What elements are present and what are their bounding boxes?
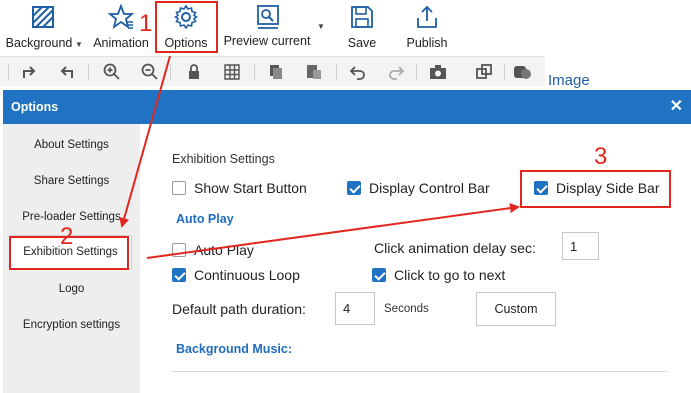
shape-icon[interactable] bbox=[512, 62, 532, 82]
nav-item-logo[interactable]: Logo bbox=[3, 283, 140, 295]
animation-star-icon bbox=[108, 4, 134, 30]
annotation-box-side-bar bbox=[520, 170, 671, 208]
preview-current-button[interactable]: Preview current ▼ bbox=[222, 0, 332, 56]
close-icon[interactable]: ✕ bbox=[670, 96, 683, 116]
show-start-button-checkbox[interactable]: Show Start Button bbox=[172, 180, 307, 196]
main-ribbon: Background ▼ Animation Options Preview c… bbox=[0, 0, 691, 56]
checkbox-label: Auto Play bbox=[194, 242, 254, 258]
publish-upload-icon bbox=[417, 5, 437, 28]
dialog-header: Options ✕ bbox=[3, 90, 691, 124]
zoom-out-icon[interactable] bbox=[140, 62, 160, 82]
background-label: Background bbox=[5, 36, 73, 50]
nav-item-encryption-settings[interactable]: Encryption settings bbox=[3, 319, 140, 331]
click-delay-input[interactable] bbox=[562, 232, 599, 260]
checkbox-box[interactable] bbox=[172, 243, 186, 257]
annotation-step-3: 3 bbox=[594, 143, 608, 170]
checkbox-label: Display Control Bar bbox=[369, 180, 490, 196]
nav-item-about-settings[interactable]: About Settings bbox=[3, 139, 140, 151]
checkbox-label: Show Start Button bbox=[194, 180, 307, 196]
copy-icon[interactable] bbox=[266, 62, 286, 82]
toolbar-divider bbox=[8, 64, 9, 80]
undo-arrow-icon[interactable] bbox=[56, 62, 76, 82]
annotation-box-options bbox=[155, 1, 218, 53]
path-duration-input[interactable] bbox=[335, 292, 375, 325]
exhibition-settings-panel: Exhibition Settings Show Start Button Di… bbox=[140, 124, 691, 393]
nav-item-share-settings[interactable]: Share Settings bbox=[3, 175, 140, 187]
click-delay-label: Click animation delay sec: bbox=[374, 240, 536, 256]
background-icon bbox=[32, 6, 54, 28]
toolbar-divider bbox=[416, 64, 417, 80]
camera-icon[interactable] bbox=[428, 62, 448, 82]
checkbox-box[interactable] bbox=[172, 181, 186, 195]
dialog-title: Options bbox=[11, 100, 59, 114]
chevron-down-icon[interactable]: ▼ bbox=[317, 22, 325, 31]
annotation-step-1: 1 bbox=[139, 10, 153, 37]
redo-arrow-icon[interactable] bbox=[20, 62, 40, 82]
save-label: Save bbox=[347, 36, 377, 50]
group-icon[interactable] bbox=[474, 62, 494, 82]
exhibition-settings-heading: Exhibition Settings bbox=[172, 152, 275, 166]
zoom-in-icon[interactable] bbox=[102, 62, 122, 82]
grid-icon[interactable] bbox=[222, 62, 242, 82]
animation-label: Animation bbox=[93, 36, 149, 50]
toolbar-divider bbox=[254, 64, 255, 80]
save-button[interactable]: Save bbox=[340, 0, 384, 56]
paste-icon[interactable] bbox=[304, 62, 324, 82]
preview-current-label: Preview current bbox=[223, 34, 311, 48]
publish-button[interactable]: Publish bbox=[400, 0, 454, 56]
toolbar-divider bbox=[504, 64, 505, 80]
undo-icon[interactable] bbox=[348, 62, 368, 82]
checkbox-box[interactable] bbox=[172, 268, 186, 282]
custom-button[interactable]: Custom bbox=[476, 292, 556, 326]
checkbox-box[interactable] bbox=[372, 268, 386, 282]
background-button[interactable]: Background ▼ bbox=[2, 0, 84, 56]
checkbox-label: Continuous Loop bbox=[194, 267, 300, 283]
checkbox-label: Click to go to next bbox=[394, 267, 506, 283]
seconds-label: Seconds bbox=[384, 303, 429, 315]
annotation-step-2: 2 bbox=[60, 223, 74, 250]
checkbox-box[interactable] bbox=[347, 181, 361, 195]
toolbar-divider bbox=[88, 64, 89, 80]
toolbar-divider bbox=[170, 64, 171, 80]
publish-label: Publish bbox=[406, 36, 448, 50]
continuous-loop-checkbox[interactable]: Continuous Loop bbox=[172, 267, 300, 283]
auto-play-heading: Auto Play bbox=[176, 212, 234, 226]
preview-icon bbox=[257, 5, 279, 29]
chevron-down-icon[interactable]: ▼ bbox=[75, 40, 83, 49]
click-to-go-next-checkbox[interactable]: Click to go to next bbox=[372, 267, 505, 283]
lock-icon[interactable] bbox=[184, 62, 204, 82]
background-music-heading: Background Music: bbox=[176, 342, 292, 356]
path-duration-label: Default path duration: bbox=[172, 301, 306, 317]
redo-icon[interactable] bbox=[386, 62, 406, 82]
save-disk-icon bbox=[351, 6, 373, 28]
edit-toolbar bbox=[0, 56, 545, 86]
auto-play-checkbox[interactable]: Auto Play bbox=[172, 242, 254, 258]
nav-item-preloader-settings[interactable]: Pre-loader Settings bbox=[3, 211, 140, 223]
display-control-bar-checkbox[interactable]: Display Control Bar bbox=[347, 180, 490, 196]
toolbar-divider bbox=[336, 64, 337, 80]
background-music-table bbox=[172, 371, 667, 393]
image-panel-label: Image bbox=[548, 72, 590, 89]
